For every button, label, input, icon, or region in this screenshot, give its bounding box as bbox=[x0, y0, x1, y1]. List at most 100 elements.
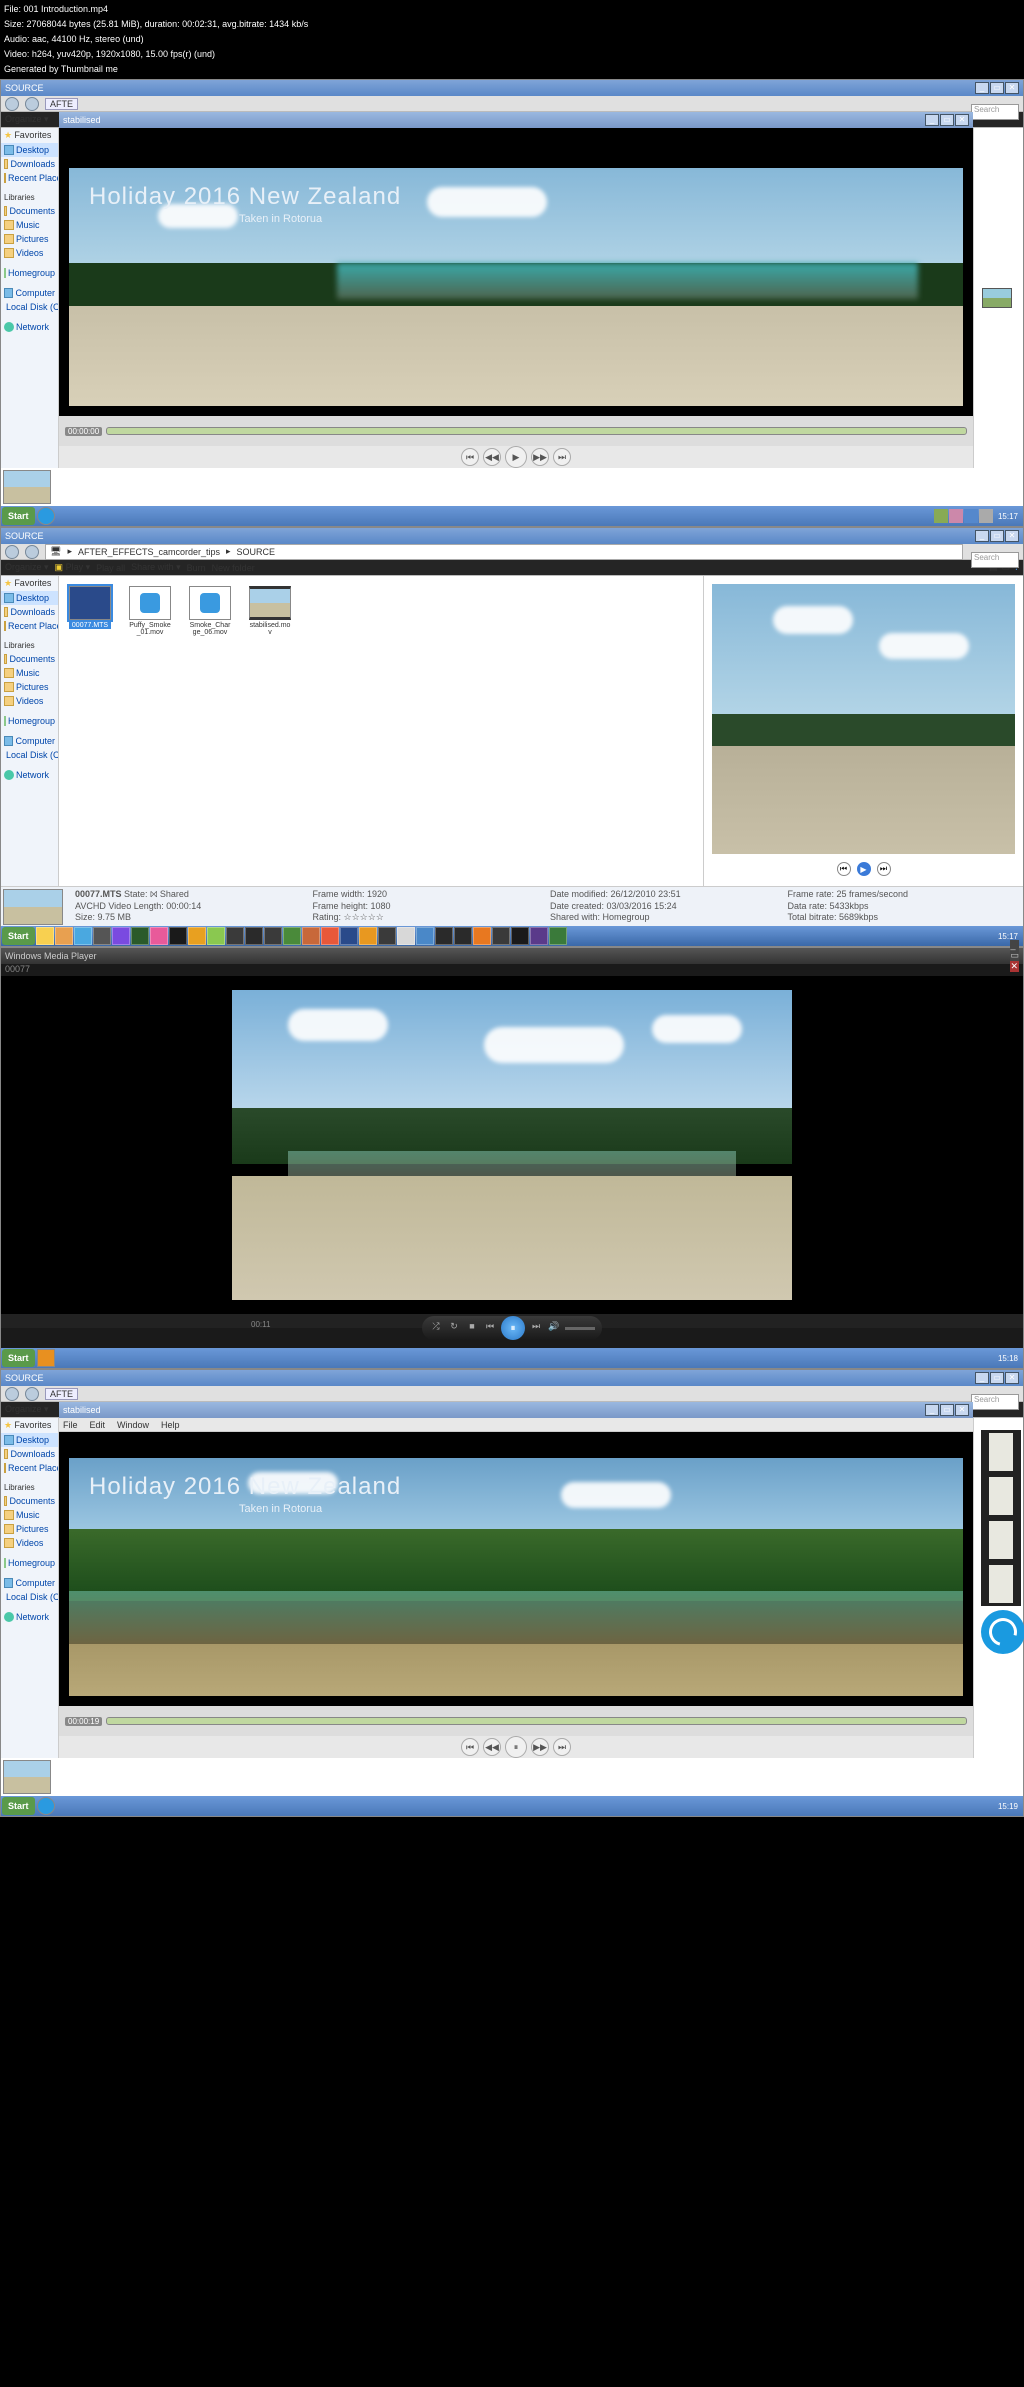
sb-music[interactable]: Music bbox=[1, 666, 58, 680]
app-icon[interactable] bbox=[264, 927, 282, 945]
sb-documents[interactable]: Documents bbox=[1, 204, 58, 218]
tray-icon[interactable] bbox=[934, 509, 948, 523]
next-btn[interactable]: ⏭ bbox=[553, 1738, 571, 1756]
pv-play[interactable]: ▶ bbox=[857, 862, 871, 876]
play-btn-menu[interactable]: ▣ Play ▾ bbox=[55, 562, 91, 573]
progress-slider-4[interactable] bbox=[106, 1717, 967, 1725]
sb-documents[interactable]: Documents bbox=[1, 652, 58, 666]
ffwd-btn[interactable]: ▶▶ bbox=[531, 448, 549, 466]
wmp-stop[interactable]: ■ bbox=[465, 1321, 479, 1335]
sb-computer[interactable]: Computer bbox=[1, 734, 58, 748]
titlebar-source[interactable]: SOURCE _▭✕ bbox=[1, 80, 1023, 96]
sb-pictures[interactable]: Pictures bbox=[1, 1522, 58, 1536]
app-icon[interactable] bbox=[112, 927, 130, 945]
wmp-vol-slider[interactable] bbox=[565, 1327, 595, 1330]
sb-homegroup[interactable]: Homegroup bbox=[1, 714, 58, 728]
wmp-task-icon[interactable] bbox=[37, 1349, 55, 1367]
max-btn[interactable]: ▭ bbox=[990, 530, 1004, 542]
app-icon[interactable] bbox=[397, 927, 415, 945]
app-icon-br[interactable] bbox=[302, 927, 320, 945]
pv-next[interactable]: ⏭ bbox=[877, 862, 891, 876]
app-icon[interactable] bbox=[36, 927, 54, 945]
after-taskbtn[interactable]: AFTE bbox=[45, 98, 78, 110]
next-btn[interactable]: ⏭ bbox=[553, 448, 571, 466]
app-icon-dw[interactable] bbox=[283, 927, 301, 945]
titlebar-stabilised[interactable]: stabilised _▭✕ bbox=[59, 112, 973, 128]
max-btn[interactable]: ▭ bbox=[990, 82, 1004, 94]
app-icon[interactable] bbox=[226, 927, 244, 945]
app-icon[interactable] bbox=[454, 927, 472, 945]
sb-localdisk[interactable]: Local Disk (C:) bbox=[1, 1590, 58, 1604]
sb-videos[interactable]: Videos bbox=[1, 246, 58, 260]
wmp-prev[interactable]: ⏮ bbox=[483, 1321, 497, 1335]
menu-window[interactable]: Window bbox=[117, 1420, 149, 1430]
qt-task-icon[interactable] bbox=[37, 507, 55, 525]
wmp-vol[interactable]: 🔊 bbox=[547, 1321, 561, 1335]
search-input[interactable]: Search bbox=[971, 104, 1019, 120]
pv-prev[interactable]: ⏮ bbox=[837, 862, 851, 876]
sb-homegroup[interactable]: Homegroup bbox=[1, 266, 58, 280]
sb-homegroup[interactable]: Homegroup bbox=[1, 1556, 58, 1570]
prev-btn[interactable]: ⏮ bbox=[461, 448, 479, 466]
prev-btn[interactable]: ⏮ bbox=[461, 1738, 479, 1756]
search-input-2[interactable]: Search bbox=[971, 552, 1019, 568]
max-btn[interactable]: ▭ bbox=[990, 1372, 1004, 1384]
sb-network[interactable]: Network bbox=[1, 768, 58, 782]
close-btn[interactable]: ✕ bbox=[1005, 530, 1019, 542]
wmp-pause[interactable]: ⏸ bbox=[501, 1316, 525, 1340]
organize-btn[interactable]: Organize ▾ bbox=[5, 1404, 49, 1415]
ffwd-btn[interactable]: ▶▶ bbox=[531, 1738, 549, 1756]
max-btn-2[interactable]: ▭ bbox=[940, 114, 954, 126]
app-icon[interactable] bbox=[150, 927, 168, 945]
start-button[interactable]: Start bbox=[2, 507, 35, 525]
rewind-btn[interactable]: ◀◀ bbox=[483, 448, 501, 466]
app-icon[interactable] bbox=[549, 927, 567, 945]
sb-music[interactable]: Music bbox=[1, 1508, 58, 1522]
playall-btn[interactable]: Play all bbox=[96, 563, 125, 573]
search-input-4[interactable]: Search bbox=[971, 1394, 1019, 1410]
max-btn[interactable]: ▭ bbox=[940, 1404, 954, 1416]
menu-help[interactable]: Help bbox=[161, 1420, 180, 1430]
nav-back-icon[interactable] bbox=[5, 97, 19, 111]
app-icon[interactable] bbox=[169, 927, 187, 945]
close-btn[interactable]: ✕ bbox=[955, 1404, 969, 1416]
progress-slider[interactable] bbox=[106, 427, 967, 435]
sb-recent[interactable]: Recent Places bbox=[1, 171, 58, 185]
tray-icon[interactable] bbox=[949, 509, 963, 523]
qt-task-icon-4[interactable] bbox=[37, 1797, 55, 1815]
sb-recent[interactable]: Recent Places bbox=[1, 619, 58, 633]
app-icon[interactable] bbox=[321, 927, 339, 945]
crumb-2[interactable]: SOURCE bbox=[237, 547, 276, 557]
organize-btn[interactable]: Organize ▾ bbox=[5, 562, 49, 573]
app-icon[interactable] bbox=[245, 927, 263, 945]
thumb-4[interactable] bbox=[3, 1760, 51, 1794]
min-btn[interactable]: _ bbox=[1010, 940, 1019, 950]
sb-computer[interactable]: Computer bbox=[1, 286, 58, 300]
sb-pictures[interactable]: Pictures bbox=[1, 680, 58, 694]
app-icon[interactable] bbox=[435, 927, 453, 945]
sb-computer[interactable]: Computer bbox=[1, 1576, 58, 1590]
app-icon[interactable] bbox=[74, 927, 92, 945]
app-icon[interactable] bbox=[378, 927, 396, 945]
app-icon-ai[interactable] bbox=[473, 927, 491, 945]
close-btn[interactable]: ✕ bbox=[1010, 961, 1019, 972]
app-icon[interactable] bbox=[55, 927, 73, 945]
menu-edit[interactable]: Edit bbox=[90, 1420, 106, 1430]
min-btn[interactable]: _ bbox=[975, 1372, 989, 1384]
app-icon[interactable] bbox=[93, 927, 111, 945]
sb-downloads[interactable]: Downloads bbox=[1, 1447, 58, 1461]
close-btn[interactable]: ✕ bbox=[1005, 82, 1019, 94]
pause-btn[interactable]: ⏸ bbox=[505, 1736, 527, 1758]
wmp-next[interactable]: ⏭ bbox=[529, 1321, 543, 1335]
max-btn[interactable]: ▭ bbox=[1010, 950, 1019, 961]
sb-network[interactable]: Network bbox=[1, 1610, 58, 1624]
start-button-2[interactable]: Start bbox=[2, 927, 35, 945]
sb-pictures[interactable]: Pictures bbox=[1, 232, 58, 246]
crumb-1[interactable]: AFTER_EFFECTS_camcorder_tips bbox=[78, 547, 220, 557]
app-icon[interactable] bbox=[359, 927, 377, 945]
titlebar-source-4[interactable]: SOURCE _▭✕ bbox=[1, 1370, 1023, 1386]
file-item-3[interactable]: stabilised.mov bbox=[249, 586, 291, 636]
sb-localdisk[interactable]: Local Disk (C:) bbox=[1, 748, 58, 762]
nav-fwd-icon[interactable] bbox=[25, 545, 39, 559]
rewind-btn[interactable]: ◀◀ bbox=[483, 1738, 501, 1756]
